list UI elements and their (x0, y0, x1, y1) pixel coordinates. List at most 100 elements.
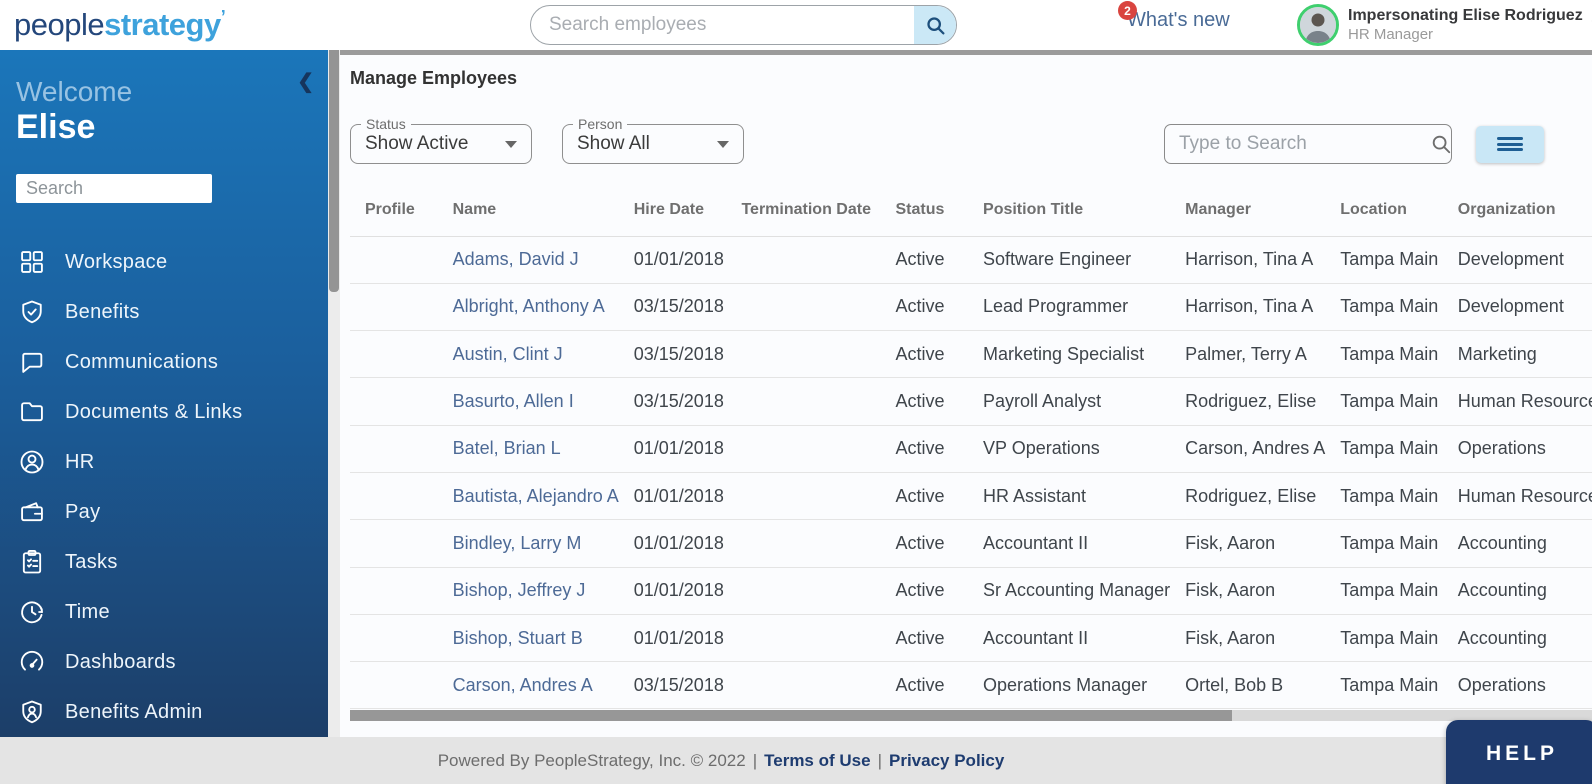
position-title-cell: Lead Programmer (968, 283, 1170, 330)
sidebar-item-pay[interactable]: Pay (16, 497, 312, 527)
employee-name-link[interactable]: Bishop, Jeffrey J (453, 580, 586, 600)
profile-cell (350, 567, 438, 614)
position-title-cell: Sr Accounting Manager (968, 567, 1170, 614)
sidebar-item-benefits[interactable]: Benefits (16, 297, 312, 327)
sidebar-item-benefits-admin[interactable]: Benefits Admin (16, 697, 312, 727)
logo-text-bold: strategy (104, 7, 221, 42)
organization-cell: Operations (1443, 425, 1592, 472)
sidebar-item-label: Pay (65, 501, 100, 524)
sidebar-item-workspace[interactable]: Workspace (16, 247, 312, 277)
status-filter-select[interactable]: Status Show Active (350, 124, 532, 164)
sidebar-item-label: Benefits (65, 301, 140, 324)
status-filter-label: Status (361, 116, 411, 132)
table-row: Austin, Clint J03/15/2018ActiveMarketing… (350, 331, 1592, 378)
hire-date-cell: 01/01/2018 (619, 520, 727, 567)
vertical-scrollbar-track[interactable] (328, 50, 340, 737)
profile-cell (350, 283, 438, 330)
profile-cell (350, 331, 438, 378)
termination-date-cell (726, 331, 880, 378)
employee-name-link[interactable]: Austin, Clint J (453, 344, 563, 364)
footer-separator: | (753, 751, 757, 771)
person-filter-select[interactable]: Person Show All (562, 124, 744, 164)
employee-name-link[interactable]: Albright, Anthony A (453, 296, 605, 316)
peoplestrategy-logo[interactable]: peoplestrategy’ (14, 7, 225, 43)
organization-cell: Accounting (1443, 567, 1592, 614)
employee-search-input[interactable] (531, 6, 914, 44)
column-header-termination-date[interactable]: Termination Date (726, 185, 880, 236)
wallet-icon (16, 498, 48, 526)
employee-name-link[interactable]: Batel, Brian L (453, 438, 561, 458)
position-title-cell: Accountant II (968, 614, 1170, 661)
vertical-scrollbar-thumb[interactable] (329, 50, 339, 292)
hire-date-cell: 01/01/2018 (619, 614, 727, 661)
search-icon[interactable] (1430, 133, 1452, 155)
horizontal-scrollbar-thumb[interactable] (350, 710, 1232, 721)
organization-cell: Marketing (1443, 331, 1592, 378)
sidebar-collapse-icon[interactable]: ❮ (297, 72, 314, 92)
column-header-organization[interactable]: Organization (1443, 185, 1592, 236)
column-header-location[interactable]: Location (1325, 185, 1443, 236)
employee-name-link[interactable]: Basurto, Allen I (453, 391, 574, 411)
location-cell: Tampa Main (1325, 472, 1443, 519)
column-header-status[interactable]: Status (880, 185, 968, 236)
help-button[interactable]: HELP (1446, 720, 1592, 784)
grid-search-input[interactable] (1165, 133, 1430, 155)
name-cell: Bautista, Alejandro A (438, 472, 619, 519)
employee-name-link[interactable]: Adams, David J (453, 249, 579, 269)
employee-search-bar (530, 5, 957, 45)
termination-date-cell (726, 283, 880, 330)
manager-cell: Rodriguez, Elise (1170, 472, 1325, 519)
person-circle-icon (16, 448, 48, 476)
sidebar-item-dashboards[interactable]: Dashboards (16, 647, 312, 677)
sidebar-item-label: Communications (65, 351, 218, 374)
terms-of-use-link[interactable]: Terms of Use (764, 751, 870, 771)
employee-name-link[interactable]: Carson, Andres A (453, 675, 593, 695)
grid-menu-button[interactable] (1476, 126, 1544, 163)
privacy-policy-link[interactable]: Privacy Policy (889, 751, 1004, 771)
sidebar-item-communications[interactable]: Communications (16, 347, 312, 377)
column-header-manager[interactable]: Manager (1170, 185, 1325, 236)
column-header-hire-date[interactable]: Hire Date (619, 185, 727, 236)
whats-new-link[interactable]: 2 What's new (1127, 9, 1230, 32)
grid-icon (16, 248, 48, 276)
employee-search-button[interactable] (914, 6, 956, 44)
position-title-cell: Marketing Specialist (968, 331, 1170, 378)
hire-date-cell: 01/01/2018 (619, 567, 727, 614)
table-row: Basurto, Allen I03/15/2018ActivePayroll … (350, 378, 1592, 425)
employee-name-link[interactable]: Bishop, Stuart B (453, 628, 583, 648)
sidebar-item-hr[interactable]: HR (16, 447, 312, 477)
employee-name-link[interactable]: Bindley, Larry M (453, 533, 582, 553)
sidebar-item-label: Documents & Links (65, 401, 242, 424)
employee-name-link[interactable]: Bautista, Alejandro A (453, 486, 619, 506)
position-title-cell: HR Assistant (968, 472, 1170, 519)
user-menu[interactable]: Impersonating Elise Rodriguez HR Manager (1297, 4, 1592, 46)
column-header-profile[interactable]: Profile (350, 185, 438, 236)
employee-table: Profile Name Hire Date Termination Date … (350, 185, 1592, 709)
location-cell: Tampa Main (1325, 425, 1443, 472)
profile-cell (350, 662, 438, 709)
sidebar-item-documents-links[interactable]: Documents & Links (16, 397, 312, 427)
horizontal-scrollbar-track[interactable] (350, 710, 1592, 721)
person-filter-label: Person (573, 116, 627, 132)
manager-cell: Fisk, Aaron (1170, 614, 1325, 661)
caret-down-icon (717, 141, 729, 148)
status-cell: Active (880, 236, 968, 283)
column-header-position-title[interactable]: Position Title (968, 185, 1170, 236)
sidebar-item-time[interactable]: Time (16, 597, 312, 627)
sidebar-search-input[interactable] (16, 174, 212, 203)
profile-cell (350, 236, 438, 283)
status-cell: Active (880, 614, 968, 661)
sidebar-item-label: HR (65, 451, 95, 474)
name-cell: Adams, David J (438, 236, 619, 283)
name-cell: Carson, Andres A (438, 662, 619, 709)
name-cell: Bishop, Jeffrey J (438, 567, 619, 614)
profile-cell (350, 378, 438, 425)
sidebar-item-tasks[interactable]: Tasks (16, 547, 312, 577)
manager-cell: Ortel, Bob B (1170, 662, 1325, 709)
table-row: Bishop, Stuart B 01/01/2018 ActiveAccounta… (350, 614, 1592, 661)
status-filter-value: Show Active (365, 133, 469, 155)
termination-date-cell (726, 425, 880, 472)
notification-badge: 2 (1118, 1, 1137, 20)
column-header-name[interactable]: Name (438, 185, 619, 236)
name-cell: Albright, Anthony A (438, 283, 619, 330)
